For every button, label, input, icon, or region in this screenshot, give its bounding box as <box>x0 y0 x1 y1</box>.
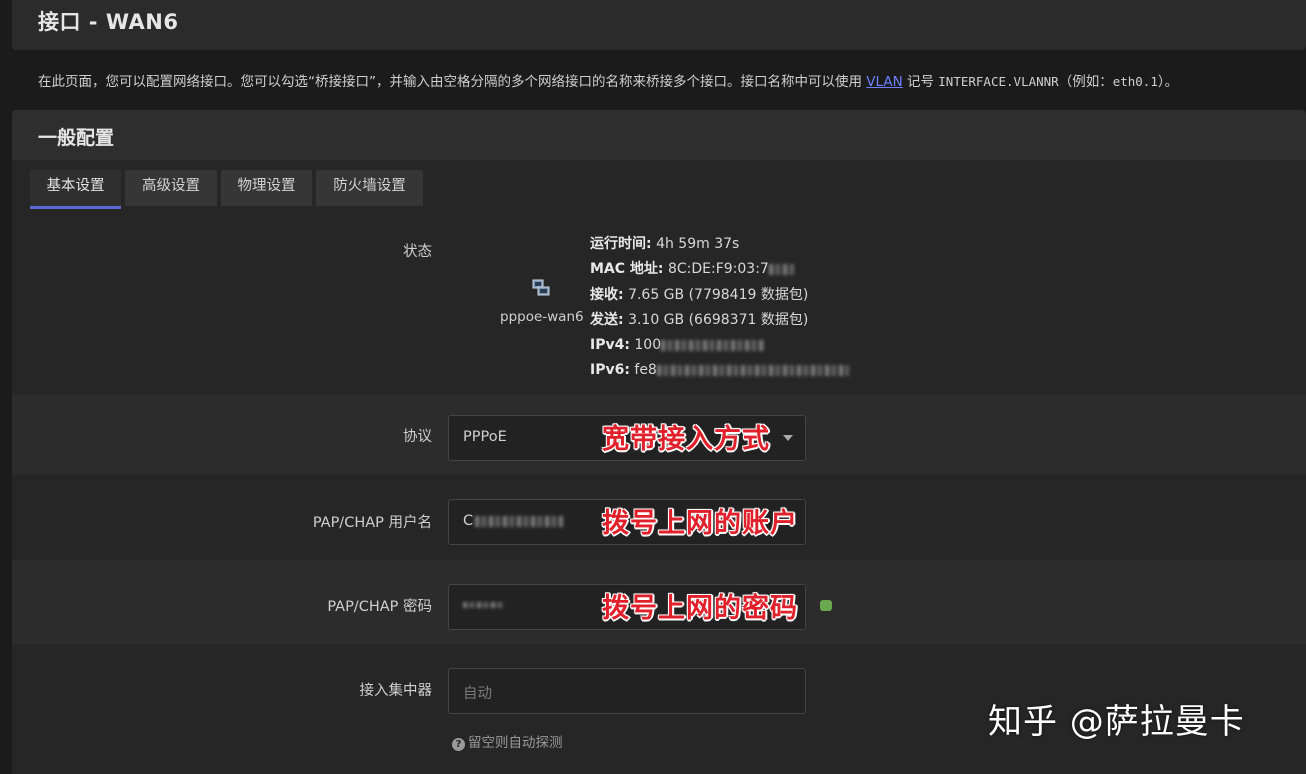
section-header: 一般配置 <box>12 110 1306 160</box>
question-icon: ? <box>452 738 465 751</box>
redacted-ipv6 <box>656 364 849 376</box>
description-text-end: ）。 <box>1157 74 1179 90</box>
status-details: 运行时间: 4h 59m 37s MAC 地址: 8C:DE:F9:03:7 接… <box>590 232 849 384</box>
ipv4-line: IPv4: 100 <box>590 333 849 358</box>
tx-label: 发送: <box>590 311 624 328</box>
ipv4-label: IPv4: <box>590 337 630 354</box>
tab-physical-settings[interactable]: 物理设置 <box>221 170 312 206</box>
username-value: C <box>463 513 564 529</box>
chevron-down-icon <box>783 435 793 441</box>
ipv6-value: fe8 <box>634 362 657 379</box>
description-code: INTERFACE.VLANNR <box>938 74 1059 89</box>
concentrator-placeholder: 自动 <box>463 686 492 702</box>
ipv6-line: IPv6: fe8 <box>590 358 849 383</box>
ipv6-label: IPv6: <box>590 362 630 379</box>
concentrator-input[interactable]: 自动 <box>448 668 806 714</box>
protocol-label: 协议 <box>403 429 432 445</box>
mac-value: 8C:DE:F9:03:7 <box>667 261 769 278</box>
page-title: 接口 - WAN6 <box>38 10 179 34</box>
concentrator-label: 接入集中器 <box>359 683 433 699</box>
ipv4-value: 100 <box>634 337 662 354</box>
tab-advanced-settings[interactable]: 高级设置 <box>125 170 217 206</box>
description-text: 在此页面，您可以配置网络接口。您可以勾选“桥接接口”，并输入由空格分隔的多个网络… <box>38 74 867 90</box>
redacted-ipv4 <box>661 339 766 351</box>
title-panel: 接口 - WAN6 <box>12 0 1306 50</box>
protocol-value: PPPoE <box>463 429 507 445</box>
password-label: PAP/CHAP 密码 <box>327 599 432 615</box>
page-root: 接口 - WAN6 在此页面，您可以配置网络接口。您可以勾选“桥接接口”，并输入… <box>0 0 1306 774</box>
rx-label: 接收: <box>590 286 624 303</box>
description-example: eth0.1 <box>1112 74 1158 89</box>
password-masked-value <box>463 602 505 608</box>
network-interface-icon <box>532 279 550 296</box>
annotation-password: 拨号上网的密码 <box>602 593 798 624</box>
username-label: PAP/CHAP 用户名 <box>312 515 432 531</box>
concentrator-hint: ? 留空则自动探测 <box>452 731 563 751</box>
concentrator-hint-text: 留空则自动探测 <box>468 735 563 751</box>
page-description: 在此页面，您可以配置网络接口。您可以勾选“桥接接口”，并输入由空格分隔的多个网络… <box>38 70 1298 90</box>
description-text-mid: 记号 <box>902 74 939 90</box>
annotation-username: 拨号上网的账户 <box>602 508 798 539</box>
section-body: 基本设置 高级设置 物理设置 防火墙设置 状态 pppoe-wan6 运行时间:… <box>12 160 1306 774</box>
description-text-after: （例如： <box>1058 74 1113 90</box>
uptime-label: 运行时间: <box>590 236 652 252</box>
redacted-username <box>475 515 564 527</box>
mac-line: MAC 地址: 8C:DE:F9:03:7 <box>590 257 849 282</box>
tab-firewall-settings[interactable]: 防火墙设置 <box>316 170 423 206</box>
password-reveal-icon[interactable] <box>820 600 832 611</box>
section-title: 一般配置 <box>38 127 115 149</box>
redacted-mac <box>768 263 795 275</box>
tx-line: 发送: 3.10 GB (6698371 数据包) <box>590 308 849 333</box>
annotation-protocol: 宽带接入方式 <box>602 424 770 455</box>
uptime-value: 4h 59m 37s <box>656 236 740 252</box>
interface-name: pppoe-wan6 <box>500 309 584 325</box>
tx-value: 3.10 GB (6698371 数据包) <box>628 311 809 328</box>
mac-label: MAC 地址: <box>590 261 664 278</box>
rx-value: 7.65 GB (7798419 数据包) <box>628 286 809 303</box>
status-label: 状态 <box>403 244 432 260</box>
vlan-link[interactable]: VLAN <box>866 74 902 90</box>
tab-basic-settings[interactable]: 基本设置 <box>30 170 121 209</box>
watermark: 知乎 @萨拉曼卡 <box>988 702 1245 742</box>
uptime-line: 运行时间: 4h 59m 37s <box>590 232 849 257</box>
rx-line: 接收: 7.65 GB (7798419 数据包) <box>590 283 849 308</box>
